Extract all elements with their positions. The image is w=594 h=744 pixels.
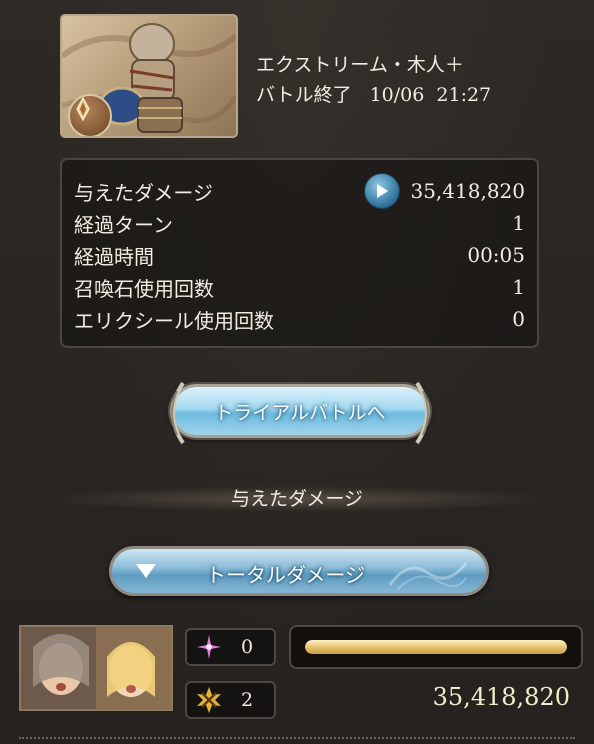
stat-label: 与えたダメージ [74,180,213,205]
earth-element-icon [68,94,112,136]
battle-stats-panel: 与えたダメージ 35,418,820 経過ターン 1 経過時間 00:05 召喚… [60,158,539,348]
triangle-down-icon [136,564,156,578]
stat-pill-attacks: 2 [185,681,276,719]
stat-value: 1 [512,275,525,299]
replay-play-button[interactable] [364,173,401,209]
stat-label: 経過時間 [74,244,154,269]
stat-row-summons: 召喚石使用回数 1 [74,271,525,303]
character-portrait[interactable] [19,625,173,711]
battle-date: 10/06 [369,84,425,106]
stat-label: 経過ターン [74,212,173,237]
battle-status: バトル終了 [256,84,352,106]
total-damage-button[interactable]: トータルダメージ [109,546,489,596]
trial-battle-label: トライアルバトルへ [214,401,386,424]
divider-dotted [19,737,575,739]
crossed-swords-icon [193,685,225,715]
button-deco-icon [388,562,468,590]
stat-label: エリクシール使用回数 [74,308,274,333]
stat-row-elixirs: エリクシール使用回数 0 [74,303,525,335]
stat-pill-sparkle: 0 [185,628,276,666]
stat-row-damage: 与えたダメージ 35,418,820 [74,173,525,209]
damage-gauge-track [305,640,567,654]
button-left-ornament-icon [171,381,185,445]
stat-value: 00:05 [467,243,525,267]
stat-label: 召喚石使用回数 [74,276,214,301]
trial-battle-button[interactable]: トライアルバトルへ [170,381,430,445]
total-damage-label: トータルダメージ [206,563,365,587]
damage-gauge-fill [305,640,567,654]
quest-info: エクストリーム・木人＋ バトル終了 10/06 21:27 [256,50,491,110]
quest-name: エクストリーム・木人＋ [256,54,464,76]
stat-value: 35,418,820 [410,179,525,203]
battle-time: 21:27 [436,84,492,106]
stat-row-time: 経過時間 00:05 [74,239,525,271]
stat-value: 0 [512,307,525,331]
stat-pill-value: 0 [241,636,254,658]
stat-row-turns: 経過ターン 1 [74,207,525,239]
stat-value: 1 [512,211,525,235]
button-right-ornament-icon [415,381,429,445]
sparkle-icon [193,632,225,662]
quest-image [60,14,238,138]
quest-status-row: バトル終了 10/06 21:27 [256,80,491,110]
stat-pill-value: 2 [241,689,254,711]
party-damage-value: 35,418,820 [432,683,570,711]
damage-gauge [289,625,583,669]
section-title: 与えたダメージ [230,488,364,510]
play-icon [377,184,389,198]
